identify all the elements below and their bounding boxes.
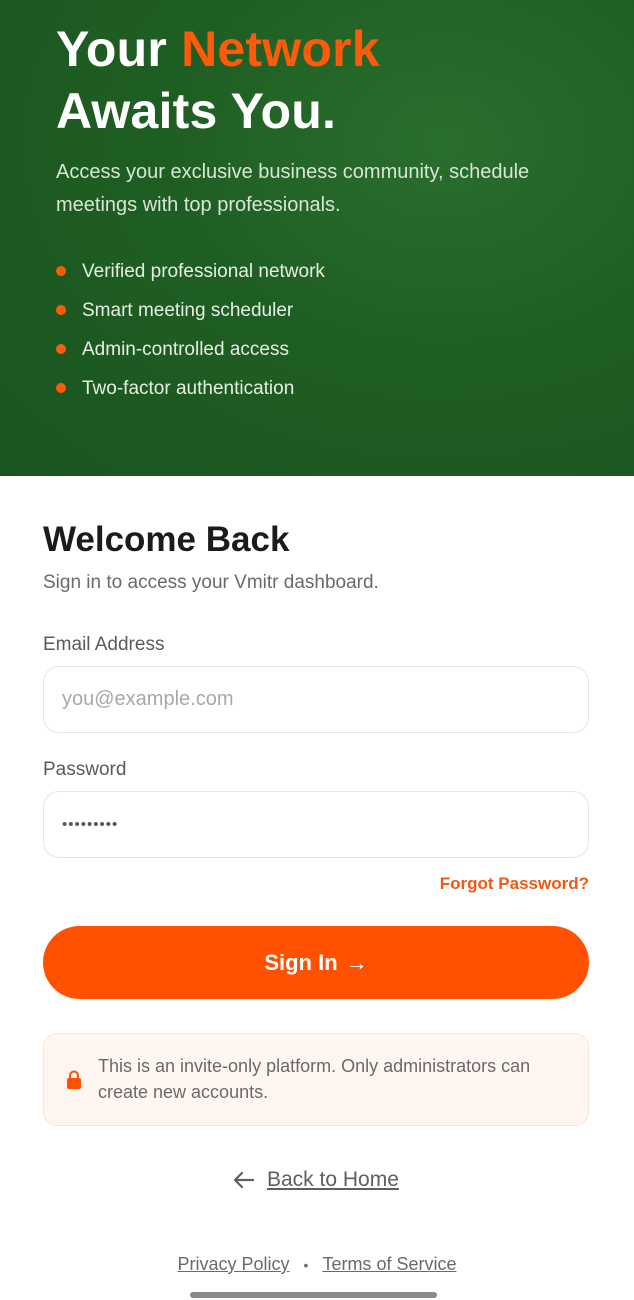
hero-title: Your Network Awaits You. <box>56 18 380 142</box>
bullet-icon <box>56 304 66 315</box>
notice-text: This is an invite-only platform. Only ad… <box>98 1056 531 1102</box>
sign-in-button[interactable]: Sign In → <box>43 926 589 999</box>
feature-label: Verified professional network <box>82 260 325 282</box>
hero-subtitle: Access your exclusive business community… <box>56 161 530 216</box>
back-to-home-link[interactable]: Back to Home <box>233 1168 399 1192</box>
hero-title-line2: Awaits You. <box>56 83 337 139</box>
feature-label: Admin-controlled access <box>82 338 289 360</box>
page-subtitle: Sign in to access your Vmitr dashboard. <box>43 572 379 593</box>
feature-item: Verified professional network <box>56 252 325 291</box>
page-title: Welcome Back <box>43 520 290 559</box>
footer: Privacy Policy • Terms of Service <box>0 1254 634 1275</box>
home-indicator <box>190 1292 437 1298</box>
bullet-icon <box>56 265 66 276</box>
feature-label: Smart meeting scheduler <box>82 299 294 321</box>
feature-label: Two-factor authentication <box>82 377 295 399</box>
lock-icon <box>67 1070 81 1089</box>
feature-item: Two-factor authentication <box>56 369 325 408</box>
hero-title-accent: Network <box>181 21 380 77</box>
hero-title-part1: Your <box>56 21 182 77</box>
invite-only-notice: This is an invite-only platform. Only ad… <box>43 1033 589 1126</box>
arrow-right-icon: → <box>345 949 368 975</box>
bullet-icon <box>56 382 66 393</box>
arrow-left-icon <box>233 1171 255 1189</box>
email-label: Email Address <box>43 634 165 655</box>
feature-item: Smart meeting scheduler <box>56 291 325 330</box>
password-field[interactable] <box>43 791 589 858</box>
forgot-password-link[interactable]: Forgot Password? <box>440 874 589 894</box>
back-to-home-label: Back to Home <box>267 1168 399 1191</box>
hero-section: Your Network Awaits You. Access your excl… <box>0 0 634 476</box>
privacy-policy-link[interactable]: Privacy Policy <box>178 1254 290 1275</box>
email-field[interactable] <box>43 666 589 733</box>
password-label: Password <box>43 759 127 780</box>
footer-separator: • <box>303 1256 309 1273</box>
feature-item: Admin-controlled access <box>56 330 325 369</box>
feature-list: Verified professional network Smart meet… <box>56 252 325 408</box>
bullet-icon <box>56 343 66 354</box>
terms-of-service-link[interactable]: Terms of Service <box>322 1254 456 1275</box>
sign-in-label: Sign In <box>264 949 338 975</box>
